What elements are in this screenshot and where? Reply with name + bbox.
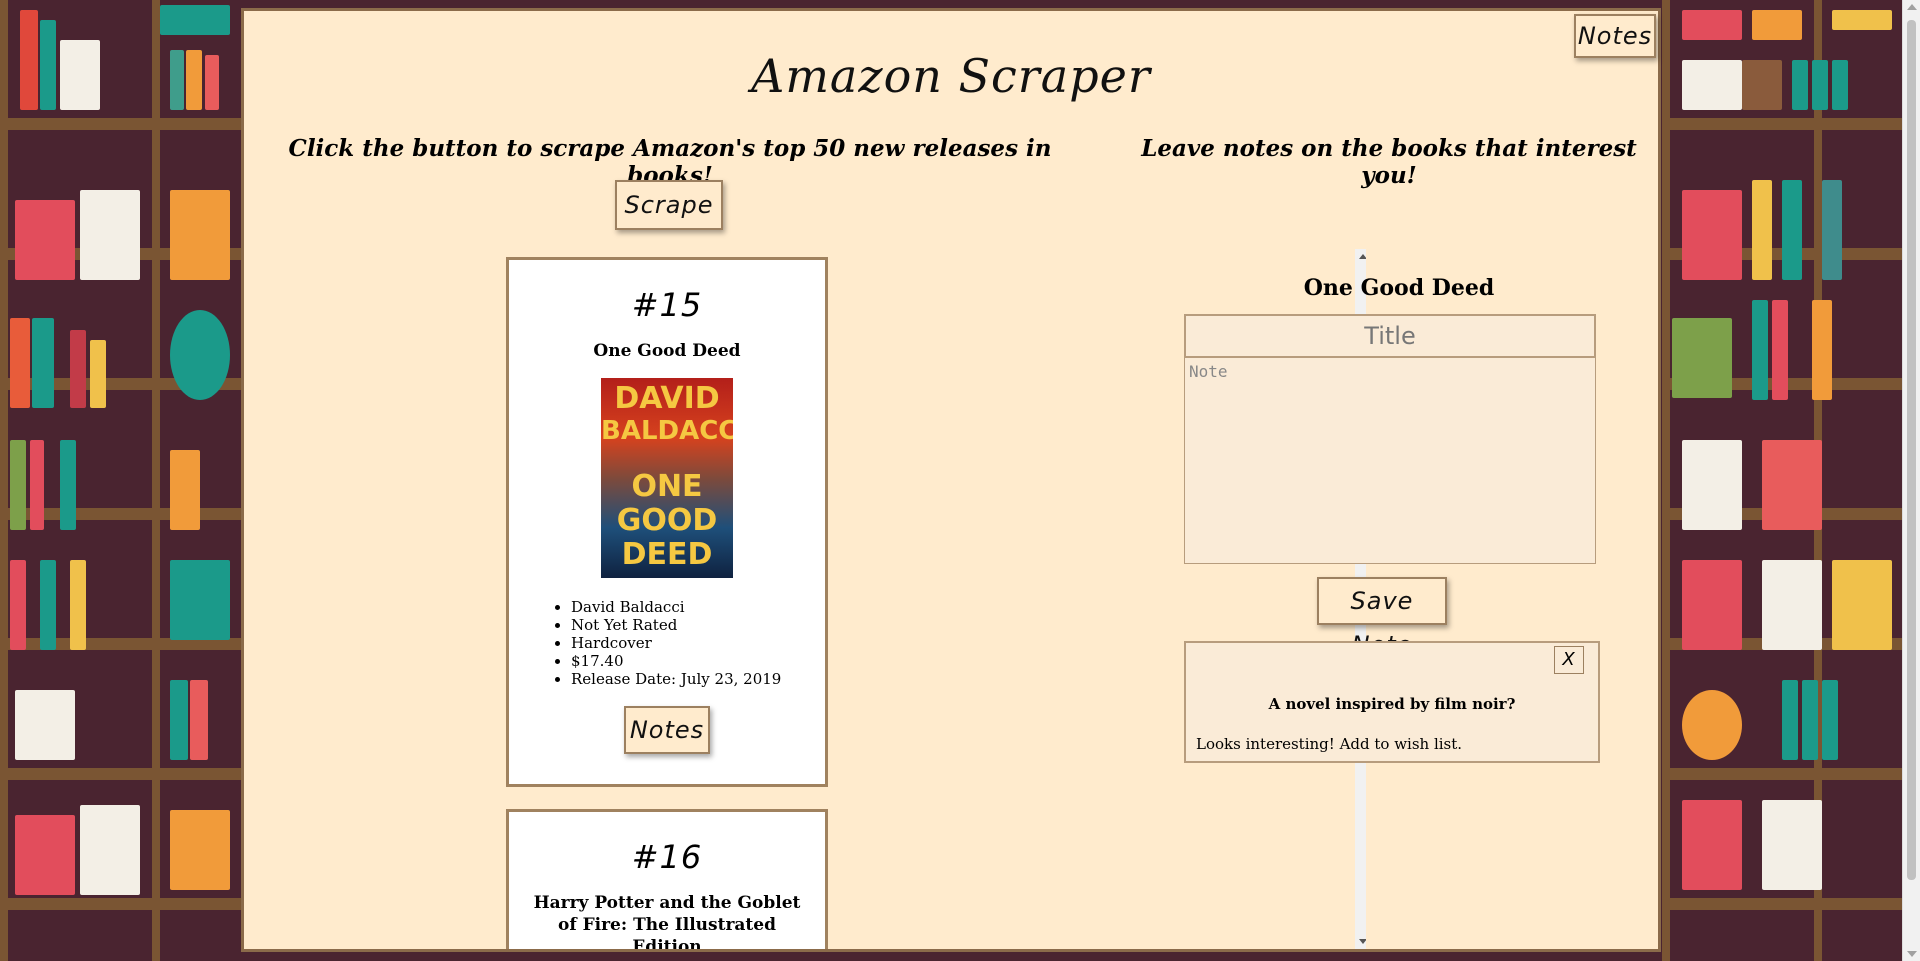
book-release-date: Release Date: July 23, 2019 [571,670,825,688]
scroll-down-icon[interactable] [1359,939,1366,944]
book-title: Harry Potter and the Goblet of Fire: The… [533,893,801,949]
book-format: Hardcover [571,634,825,652]
selected-book-title: One Good Deed [1303,275,1495,301]
scrollbar-thumb[interactable] [1907,20,1916,880]
book-author: David Baldacci [571,598,825,616]
save-note-button[interactable]: Save Note [1317,577,1447,659]
main-panel: Amazon Scraper Notes Click the button to… [241,8,1661,952]
saved-note-card: X A novel inspired by film noir? Looks i… [1184,641,1600,763]
book-card: #16 Harry Potter and the Goblet of Fire:… [506,809,828,949]
cover-text-author-first: DAVID [614,381,720,416]
book-price: $17.40 [571,652,825,670]
cover-text-title: ONE GOOD DEED [601,470,733,572]
scroll-down-icon[interactable] [1907,951,1917,957]
book-rank: #16 [631,838,703,876]
book-card: #15 One Good Deed DAVID BALDACCI ONE GOO… [506,257,828,787]
book-cover-image: DAVID BALDACCI ONE GOOD DEED [601,378,733,578]
scrape-button[interactable]: Scrape [615,180,723,230]
saved-note-title: A novel inspired by film noir? [1268,695,1516,713]
note-title-input[interactable] [1184,314,1596,358]
cover-text-author-last: BALDACCI [601,416,733,446]
book-details-list: David Baldacci Not Yet Rated Hardcover $… [555,598,825,688]
saved-note-body: Looks interesting! Add to wish list. [1196,735,1463,753]
cover-title-line-1: ONE GOOD [616,469,718,538]
bookshelf-background-right [1662,0,1902,961]
notes-instructions: Leave notes on the books that interest y… [1141,135,1637,189]
note-body-textarea[interactable] [1184,357,1596,564]
cover-title-line-2: DEED [621,537,713,572]
page-scrollbar[interactable] [1902,0,1920,961]
bookshelf-background-left [0,0,244,961]
book-rank: #15 [631,286,703,324]
page-title: Amazon Scraper [751,49,1151,103]
scroll-up-icon[interactable] [1907,4,1917,10]
book-rating: Not Yet Rated [571,616,825,634]
book-notes-button[interactable]: Notes [624,706,710,754]
notes-button[interactable]: Notes [1574,14,1656,58]
book-title: One Good Deed [593,341,741,361]
scroll-up-icon[interactable] [1359,254,1366,259]
delete-note-button[interactable]: X [1554,646,1584,674]
